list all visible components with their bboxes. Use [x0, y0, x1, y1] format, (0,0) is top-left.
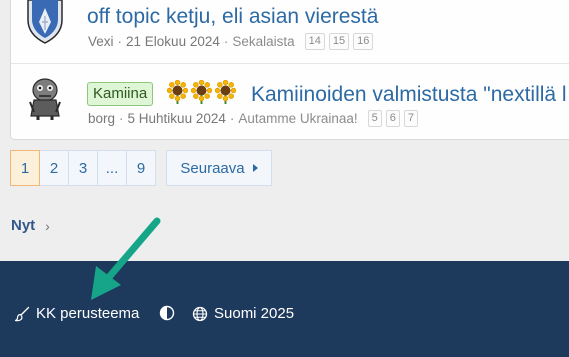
style-chooser-link[interactable]: KK perusteema [14, 305, 139, 322]
footer: KK perusteema Suomi 2025 [0, 261, 569, 357]
language-chooser-link[interactable]: Suomi 2025 [192, 305, 294, 322]
thread-page-link[interactable]: 7 [403, 110, 419, 127]
sunflower-icon [215, 80, 236, 104]
thread-date[interactable]: 5 Huhtikuu 2024 [128, 111, 226, 126]
page-link-current[interactable]: 1 [10, 150, 40, 186]
thread-meta: Vexi · 21 Elokuu 2024 · Sekalaista 14 15… [88, 33, 374, 50]
thread-row[interactable]: off topic ketju, eli asian vierestä Vexi… [11, 0, 569, 64]
sunflower-icon [191, 80, 212, 104]
thread-page-links: 5 6 7 [364, 110, 419, 127]
thread-meta: borg · 5 Huhtikuu 2024 · Autamme Ukraina… [88, 110, 419, 127]
next-page-label: Seuraava [180, 159, 245, 177]
thread-forum[interactable]: Autamme Ukrainaa! [238, 111, 357, 126]
breadcrumb-link[interactable]: Nyt [11, 217, 35, 234]
sunflower-icon [167, 80, 188, 104]
next-page-button[interactable]: Seuraava [166, 150, 272, 186]
creature-avatar-icon[interactable] [25, 74, 65, 125]
meta-separator: · [117, 34, 123, 49]
meta-separator: · [229, 111, 235, 126]
chevron-right-icon: › [45, 217, 50, 234]
thread-page-links: 14 15 16 [301, 33, 374, 50]
language-chooser-label: Suomi 2025 [214, 305, 295, 322]
half-circle-contrast-icon [159, 305, 175, 321]
thread-page-link[interactable]: 14 [304, 33, 325, 50]
paintbrush-icon [14, 306, 30, 321]
thread-list: off topic ketju, eli asian vierestä Vexi… [10, 0, 569, 140]
thread-page-link[interactable]: 6 [385, 110, 400, 127]
thread-title[interactable]: Kamiinoiden valmistusta "nextillä l [251, 83, 567, 107]
breadcrumb: Nyt › [11, 217, 50, 234]
thread-page-link[interactable]: 15 [328, 33, 350, 50]
thread-title[interactable]: off topic ketju, eli asian vierestä [87, 5, 378, 29]
page-link[interactable]: 2 [39, 150, 69, 186]
coat-of-arms-icon[interactable] [23, 0, 67, 49]
globe-icon [192, 306, 208, 321]
sunflower-emoji-group [167, 80, 236, 104]
meta-separator: · [223, 34, 229, 49]
thread-row[interactable]: Kamiina Kamiinoiden valmistusta "nextill… [11, 64, 569, 140]
thread-page-link[interactable]: 16 [353, 33, 374, 50]
thread-author[interactable]: Vexi [88, 34, 114, 49]
pagination: 1 2 3 ... 9 Seuraava [10, 150, 272, 186]
thread-page-link[interactable]: 5 [367, 110, 382, 127]
page-link[interactable]: 3 [68, 150, 98, 186]
thread-author[interactable]: borg [88, 111, 115, 126]
thread-forum[interactable]: Sekalaista [232, 34, 294, 49]
thread-prefix-badge[interactable]: Kamiina [87, 82, 154, 106]
theme-toggle-button[interactable] [159, 305, 175, 321]
style-chooser-label: KK perusteema [36, 305, 140, 322]
page-link-last[interactable]: 9 [126, 150, 156, 186]
caret-right-icon [252, 164, 258, 172]
thread-date[interactable]: 21 Elokuu 2024 [126, 34, 220, 49]
page-jump-ellipsis[interactable]: ... [97, 150, 127, 186]
meta-separator: · [119, 111, 124, 126]
